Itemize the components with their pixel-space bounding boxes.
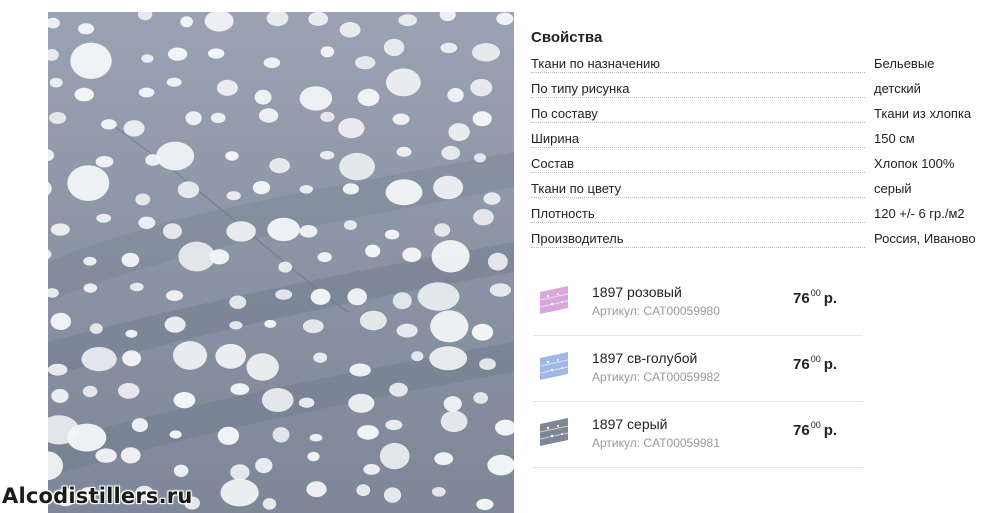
property-value: детский <box>874 81 921 96</box>
variant-row[interactable]: 1897 розовый Артикул: CAT00059980 7600 р. <box>533 270 863 336</box>
property-value: Бельевые <box>874 56 935 71</box>
property-name: Ткани по назначению <box>531 56 865 73</box>
price-currency: р. <box>823 422 838 439</box>
price-currency: р. <box>823 290 838 307</box>
price-integer: 76 <box>793 356 810 373</box>
variant-sku: Артикул: CAT00059981 <box>592 436 720 450</box>
watermark-text: Alcodistillers.ru <box>2 484 193 508</box>
variant-price: 7600 р. <box>793 420 838 439</box>
polka-dot-fabric-illustration <box>48 12 514 513</box>
property-name: Состав <box>531 156 865 173</box>
property-row: Состав Хлопок 100% <box>531 156 991 181</box>
properties-title: Свойства <box>531 29 603 46</box>
variant-name[interactable]: 1897 св-голубой <box>592 350 697 366</box>
price-decimal: 00 <box>810 288 821 298</box>
fabric-swatch-image[interactable] <box>540 418 568 446</box>
property-row: Ширина 150 см <box>531 131 991 156</box>
property-name: Ткани по цвету <box>531 181 865 198</box>
property-name: Плотность <box>531 206 865 223</box>
property-value: Ткани из хлопка <box>874 106 972 121</box>
property-value: Хлопок 100% <box>874 156 955 171</box>
property-row: Ткани по цвету серый <box>531 181 991 206</box>
property-value: Россия, Иваново <box>874 231 976 246</box>
properties-panel: Свойства Ткани по назначению Бельевые По т… <box>531 28 991 256</box>
fabric-swatch-image[interactable] <box>540 286 568 314</box>
variant-row[interactable]: 1897 св-голубой Артикул: CAT00059982 7600 р… <box>533 336 863 402</box>
property-name: Производитель <box>531 231 865 248</box>
variants-list: 1897 розовый Артикул: CAT00059980 7600 р. 18… <box>533 270 863 468</box>
property-row: Плотность 120 +/- 6 гр./м2 <box>531 206 991 231</box>
product-image[interactable] <box>48 12 514 513</box>
price-integer: 76 <box>793 290 810 307</box>
property-row: Ткани по назначению Бельевые <box>531 56 991 81</box>
property-row: По типу рисунка детский <box>531 81 991 106</box>
property-value: 120 +/- 6 гр./м2 <box>874 206 965 221</box>
variant-sku: Артикул: CAT00059980 <box>592 304 720 318</box>
variant-price: 7600 р. <box>793 354 838 373</box>
fabric-swatch-image[interactable] <box>540 352 568 380</box>
property-value: серый <box>874 181 912 196</box>
price-integer: 76 <box>793 422 810 439</box>
property-row: По составу Ткани из хлопка <box>531 106 991 131</box>
property-value: 150 см <box>874 131 915 146</box>
price-decimal: 00 <box>810 354 821 364</box>
property-name: По типу рисунка <box>531 81 865 98</box>
variant-name[interactable]: 1897 серый <box>592 416 668 432</box>
property-name: По составу <box>531 106 865 123</box>
variant-row[interactable]: 1897 серый Артикул: CAT00059981 7600 р. <box>533 402 863 468</box>
variant-sku: Артикул: CAT00059982 <box>592 370 720 384</box>
price-currency: р. <box>823 356 838 373</box>
price-decimal: 00 <box>810 420 821 430</box>
variant-name[interactable]: 1897 розовый <box>592 284 682 300</box>
property-row: Производитель Россия, Иваново <box>531 231 991 256</box>
property-name: Ширина <box>531 131 865 148</box>
variant-price: 7600 р. <box>793 288 838 307</box>
